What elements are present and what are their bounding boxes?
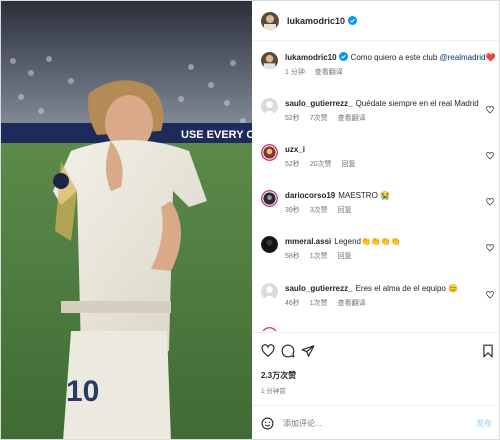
comment-time: 39秒 — [285, 207, 300, 214]
likes-count[interactable]: 2.3万次赞 — [261, 370, 296, 381]
post-photo: USE EVERY C 10 — [1, 1, 252, 439]
svg-text:USE EVERY C: USE EVERY C — [181, 129, 252, 141]
post-comment-button[interactable]: 发布 — [476, 418, 492, 429]
author-avatar[interactable] — [261, 52, 278, 69]
comment-meta: 52秒 7次赞 查看翻译 — [285, 113, 483, 123]
comment-text: saulo_gutierrezz_ Eres el alma de el equi… — [285, 284, 459, 293]
author-username[interactable]: lukamodric10 — [287, 16, 345, 26]
like-comment-heart-icon[interactable] — [486, 291, 494, 299]
comment-username[interactable]: dariocorso19 — [285, 191, 335, 200]
comment-username[interactable]: saulo_gutierrezz_ — [285, 284, 353, 293]
reply-link[interactable]: 回复 — [338, 207, 352, 214]
comment-meta: 52秒 20次赞 回复 — [285, 159, 483, 169]
svg-text:10: 10 — [66, 375, 99, 408]
add-comment-input[interactable] — [283, 419, 476, 428]
post-actions-bar — [252, 332, 499, 370]
commenter-avatar[interactable] — [261, 327, 278, 331]
comment-meta: 39秒 3次赞 回复 — [285, 205, 483, 215]
verified-badge-icon — [348, 16, 358, 25]
comments-list[interactable]: lukamodric10 Como quiero a este club @rea… — [252, 42, 499, 331]
comment-time: 52秒 — [285, 161, 300, 168]
add-comment-bar: 发布 — [252, 405, 499, 439]
reply-link[interactable]: 回复 — [338, 253, 352, 260]
like-comment-heart-icon[interactable] — [486, 152, 494, 160]
commenter-avatar[interactable] — [261, 190, 278, 207]
caption-meta: 1 分钟 查看翻译 — [285, 67, 483, 77]
like-comment-heart-icon[interactable] — [486, 244, 494, 252]
verified-badge-icon — [338, 52, 348, 61]
comment-time: 58秒 — [285, 253, 300, 260]
comment-meta: 46秒 1次赞 查看翻译 — [285, 298, 483, 308]
post-side-panel: lukamodric10 lukamodric10 Como quiero a e… — [252, 1, 499, 439]
comment-text: dariocorso19 MAESTRO 😭 — [285, 191, 390, 200]
caption-time: 1 分钟 — [285, 69, 305, 76]
post-header: lukamodric10 — [252, 1, 499, 41]
comment-likes[interactable]: 20次赞 — [310, 161, 332, 168]
reply-link[interactable]: 回复 — [342, 161, 356, 168]
like-comment-heart-icon[interactable] — [486, 198, 494, 206]
caption-mention[interactable]: @realmadrid — [440, 53, 486, 62]
comment-likes[interactable]: 1次赞 — [310, 253, 328, 260]
comment-likes[interactable]: 1次赞 — [310, 300, 328, 307]
commenter-avatar[interactable] — [261, 144, 278, 161]
translate-link[interactable]: 查看翻译 — [338, 300, 366, 307]
like-comment-heart-icon[interactable] — [486, 106, 494, 114]
translate-link[interactable]: 查看翻译 — [315, 69, 343, 76]
comment-time: 46秒 — [285, 300, 300, 307]
emoji-icon[interactable] — [261, 417, 274, 430]
commenter-avatar[interactable] — [261, 283, 278, 300]
commenter-avatar[interactable] — [261, 236, 278, 253]
comment-likes[interactable]: 7次赞 — [310, 115, 328, 122]
comment-icon[interactable] — [281, 344, 295, 358]
commenter-avatar[interactable] — [261, 98, 278, 115]
post-time: 1 分钟前 — [261, 388, 286, 395]
caption-username[interactable]: lukamodric10 — [285, 53, 337, 62]
comment-text: mmeral.assi Legend👏👏👏👏 — [285, 237, 401, 246]
bookmark-icon[interactable] — [481, 344, 495, 358]
instagram-post-window: USE EVERY C 10 lukamodric10 lukamodric10… — [0, 0, 500, 440]
heart-icon[interactable] — [261, 344, 275, 358]
comment-username[interactable]: saulo_gutierrezz_ — [285, 99, 353, 108]
comment-meta: 58秒 1次赞 回复 — [285, 251, 483, 261]
comment-likes[interactable]: 3次赞 — [310, 207, 328, 214]
comment-username[interactable]: uzx_i — [285, 145, 305, 154]
comment-text: uzx_i — [285, 144, 483, 155]
author-avatar[interactable] — [261, 11, 279, 30]
comment-time: 52秒 — [285, 115, 300, 122]
share-icon[interactable] — [301, 344, 315, 358]
comment-username[interactable]: mmeral.assi — [285, 237, 331, 246]
caption-text: lukamodric10 Como quiero a este club @rea… — [285, 52, 496, 62]
translate-link[interactable]: 查看翻译 — [338, 115, 366, 122]
comment-text: saulo_gutierrezz_ Quédate siempre en el r… — [285, 99, 479, 108]
